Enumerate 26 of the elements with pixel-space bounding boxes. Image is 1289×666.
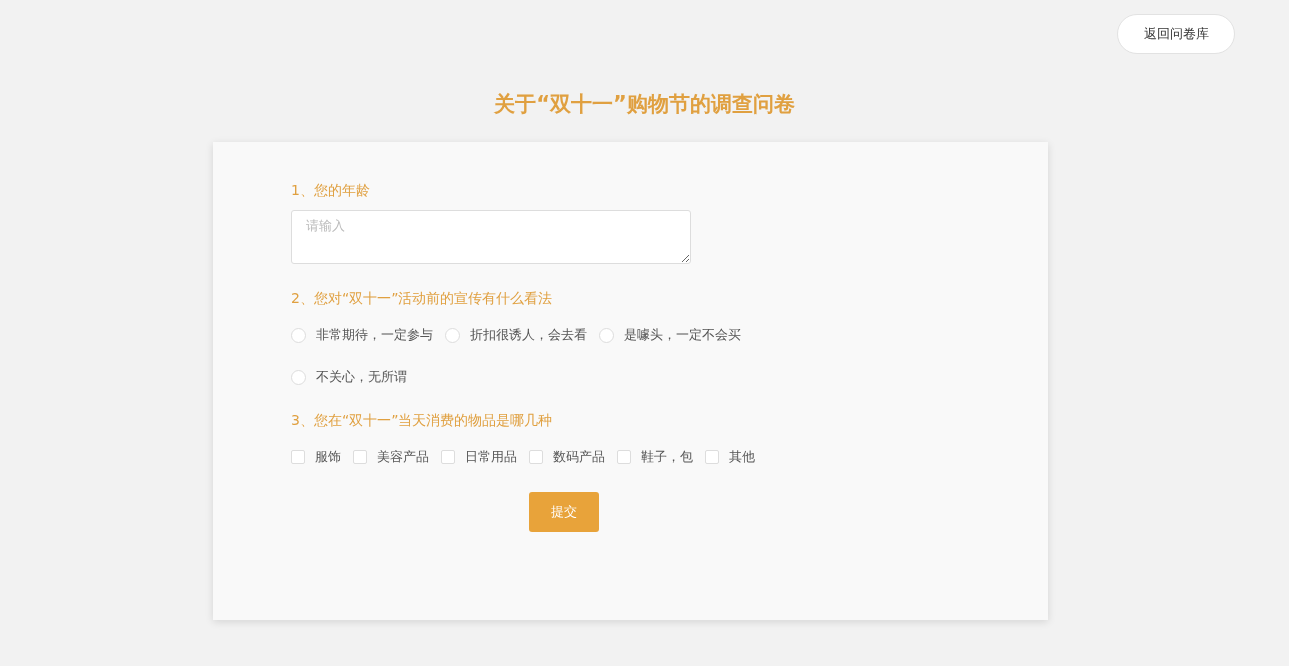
age-input-field[interactable]: 请输入 xyxy=(291,210,691,264)
checkbox[interactable] xyxy=(441,450,455,464)
option-label: 非常期待，一定参与 xyxy=(316,326,433,344)
question-label: 1、您的年龄 xyxy=(291,182,371,200)
question-label: 3、您在“双十一”当天消费的物品是哪几种 xyxy=(291,412,554,430)
radio-button[interactable] xyxy=(291,327,306,343)
radio-button[interactable] xyxy=(291,369,306,385)
radio-button[interactable] xyxy=(445,327,460,343)
option-label: 日常用品 xyxy=(465,448,517,466)
back-to-library-button[interactable]: 返回问卷库 xyxy=(1117,14,1235,54)
option-label: 鞋子，包 xyxy=(641,448,693,466)
option-label: 数码产品 xyxy=(553,448,605,466)
option-label: 不关心，无所谓 xyxy=(316,368,407,386)
option-label: 服饰 xyxy=(315,448,341,466)
option-label: 美容产品 xyxy=(377,448,429,466)
checkbox[interactable] xyxy=(353,450,367,464)
question-label: 2、您对“双十一”活动前的宣传有什么看法 xyxy=(291,290,554,308)
checkbox[interactable] xyxy=(705,450,719,464)
checkbox[interactable] xyxy=(291,450,305,464)
option-label: 是噱头，一定不会买 xyxy=(624,326,741,344)
survey-title: 关于“双十一”购物节的调查问卷 xyxy=(493,91,796,118)
checkbox[interactable] xyxy=(617,450,631,464)
checkbox[interactable] xyxy=(529,450,543,464)
option-label: 其他 xyxy=(729,448,755,466)
radio-button[interactable] xyxy=(599,327,614,343)
option-label: 折扣很诱人，会去看 xyxy=(470,326,587,344)
